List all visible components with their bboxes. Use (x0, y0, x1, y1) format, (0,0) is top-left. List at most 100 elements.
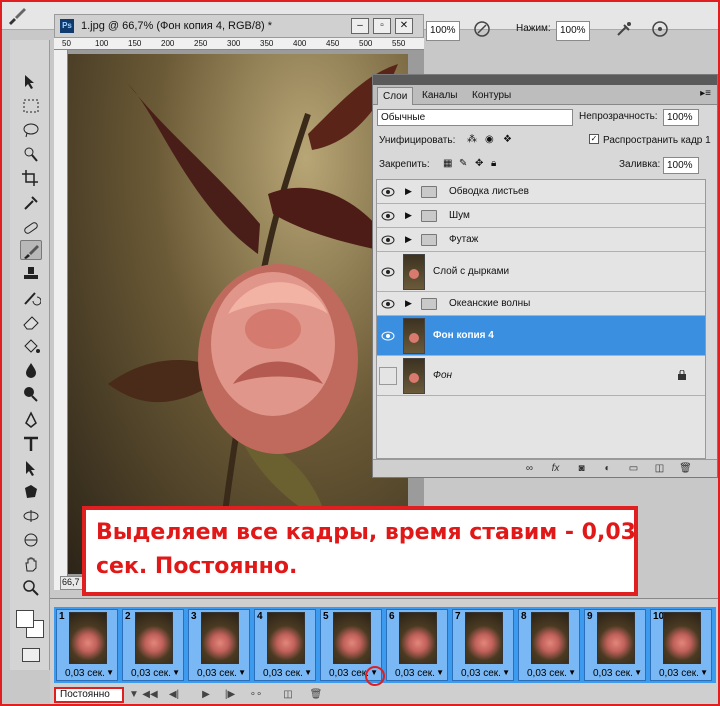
fx-icon[interactable]: fx (549, 463, 562, 475)
frame-delay[interactable]: 0,03 сек. (329, 668, 369, 679)
eye-icon[interactable] (380, 297, 396, 311)
layer-row[interactable]: ▶ Футаж (377, 228, 705, 252)
close-button[interactable]: ✕ (395, 18, 413, 34)
lock-all-icon[interactable]: 🔒︎ (491, 158, 496, 169)
mask-icon[interactable]: ◙ (575, 463, 588, 475)
tab-layers[interactable]: Слои (377, 87, 414, 105)
tab-channels[interactable]: Каналы (417, 87, 463, 105)
unify-position-icon[interactable]: ⁂ (467, 134, 477, 145)
delay-dropdown-icon[interactable]: ▼ (568, 668, 576, 677)
eye-icon[interactable] (380, 329, 396, 343)
dodge-tool[interactable] (20, 384, 42, 404)
layer-row[interactable]: Слой с дырками (377, 252, 705, 292)
healing-tool[interactable] (20, 218, 42, 238)
eyedropper-tool[interactable] (20, 192, 42, 212)
expand-arrow-icon[interactable]: ▶ (405, 186, 412, 197)
expand-arrow-icon[interactable]: ▶ (405, 234, 412, 245)
hand-tool[interactable] (20, 554, 42, 574)
marquee-tool[interactable] (20, 96, 42, 116)
trash-icon[interactable]: 🗑︎ (679, 463, 692, 475)
animation-frame[interactable]: 4 0,03 сек. ▼ (254, 609, 316, 681)
stamp-tool[interactable] (20, 264, 42, 284)
paint-bucket-tool[interactable] (20, 336, 42, 356)
panel-menu-icon[interactable]: ▸≡ (700, 88, 711, 99)
loop-select[interactable]: Постоянно (54, 687, 124, 703)
delay-dropdown-icon[interactable]: ▼ (634, 668, 642, 677)
frame-delay[interactable]: 0,03 сек. (395, 668, 435, 679)
animation-frame[interactable]: 6 0,03 сек. ▼ (386, 609, 448, 681)
3d-orbit-tool[interactable] (20, 530, 42, 550)
shape-tool[interactable] (20, 482, 42, 502)
opacity-field[interactable]: 100% (426, 21, 460, 41)
delete-frame-icon[interactable]: 🗑︎ (308, 688, 324, 702)
next-frame-icon[interactable]: |▶ (222, 688, 238, 702)
animation-frame[interactable]: 1 0,03 сек. ▼ (56, 609, 118, 681)
brush-tool[interactable] (20, 240, 42, 260)
tween-icon[interactable]: ∘∘ (248, 688, 264, 702)
delay-dropdown-icon[interactable]: ▼ (502, 668, 510, 677)
tab-paths[interactable]: Контуры (467, 87, 516, 105)
maximize-button[interactable]: ▫ (373, 18, 391, 34)
link-icon[interactable]: ∞ (523, 463, 536, 475)
loop-dropdown-icon[interactable]: ▼ (126, 688, 142, 702)
first-frame-icon[interactable]: ◀◀ (142, 688, 158, 702)
layer-row[interactable]: Фон (377, 356, 705, 396)
animation-frame[interactable]: 7 0,03 сек. ▼ (452, 609, 514, 681)
eye-icon[interactable] (380, 233, 396, 247)
propagate-checkbox[interactable]: ✓ (589, 134, 599, 144)
frame-delay[interactable]: 0,03 сек. (131, 668, 171, 679)
expand-arrow-icon[interactable]: ▶ (405, 210, 412, 221)
3d-rotate-tool[interactable] (20, 506, 42, 526)
new-frame-icon[interactable]: ◫ (280, 688, 296, 702)
layer-row[interactable]: ▶ Обводка листьев (377, 180, 705, 204)
delay-dropdown-icon[interactable]: ▼ (700, 668, 708, 677)
unify-visibility-icon[interactable]: ◉ (485, 134, 494, 145)
blur-tool[interactable] (20, 360, 42, 380)
visibility-toggle[interactable] (379, 367, 397, 385)
frame-delay[interactable]: 0,03 сек. (65, 668, 105, 679)
animation-frame[interactable]: 2 0,03 сек. ▼ (122, 609, 184, 681)
lock-transparency-icon[interactable]: ▦ (443, 158, 452, 169)
frame-delay[interactable]: 0,03 сек. (197, 668, 237, 679)
document-tab[interactable]: Ps 1.jpg @ 66,7% (Фон копия 4, RGB/8) * … (54, 14, 424, 38)
frame-delay[interactable]: 0,03 сек. (593, 668, 633, 679)
animation-frame[interactable]: 10 0,03 сек. ▼ (650, 609, 712, 681)
layer-row[interactable]: ▶ Океанские волны (377, 292, 705, 316)
eye-icon[interactable] (380, 209, 396, 223)
tablet-pressure-icon[interactable] (650, 19, 670, 39)
quick-select-tool[interactable] (20, 144, 42, 164)
rose-photo[interactable] (68, 54, 408, 574)
frame-delay[interactable]: 0,03 сек. (527, 668, 567, 679)
frame-delay[interactable]: 0,03 сек. (461, 668, 501, 679)
panel-titlebar[interactable] (373, 75, 717, 85)
foreground-color-swatch[interactable] (16, 610, 34, 628)
airbrush-icon[interactable] (614, 19, 634, 39)
crop-tool[interactable] (20, 168, 42, 188)
delay-dropdown-icon[interactable]: ▼ (106, 668, 114, 677)
eye-icon[interactable] (380, 185, 396, 199)
layer-opacity-field[interactable]: 100% (663, 109, 699, 126)
lasso-tool[interactable] (20, 120, 42, 140)
history-brush-tool[interactable] (20, 288, 42, 308)
blend-mode-select[interactable]: Обычные (377, 109, 573, 126)
group-icon[interactable]: ▭ (627, 463, 640, 475)
animation-frame[interactable]: 8 0,03 сек. ▼ (518, 609, 580, 681)
animation-frame[interactable]: 3 0,03 сек. ▼ (188, 609, 250, 681)
new-layer-icon[interactable]: ◫ (653, 463, 666, 475)
frame-delay[interactable]: 0,03 сек. (659, 668, 699, 679)
lock-position-icon[interactable]: ✥ (475, 158, 483, 169)
eraser-tool[interactable] (20, 312, 42, 332)
pressure-field[interactable]: 100% (556, 21, 590, 41)
layer-row[interactable]: ▶ Шум (377, 204, 705, 228)
animation-frame[interactable]: 9 0,03 сек. ▼ (584, 609, 646, 681)
brush-icon[interactable] (6, 6, 28, 26)
frame-delay[interactable]: 0,03 сек. (263, 668, 303, 679)
pen-tool[interactable] (20, 410, 42, 430)
airbrush-pressure-icon[interactable] (472, 19, 492, 39)
delay-dropdown-icon[interactable]: ▼ (436, 668, 444, 677)
layer-row-selected[interactable]: Фон копия 4 (377, 316, 705, 356)
quick-mask-button[interactable] (22, 648, 40, 662)
lock-pixels-icon[interactable]: ✎ (459, 158, 467, 169)
delay-dropdown-icon[interactable]: ▼ (172, 668, 180, 677)
delay-dropdown-icon[interactable]: ▼ (238, 668, 246, 677)
